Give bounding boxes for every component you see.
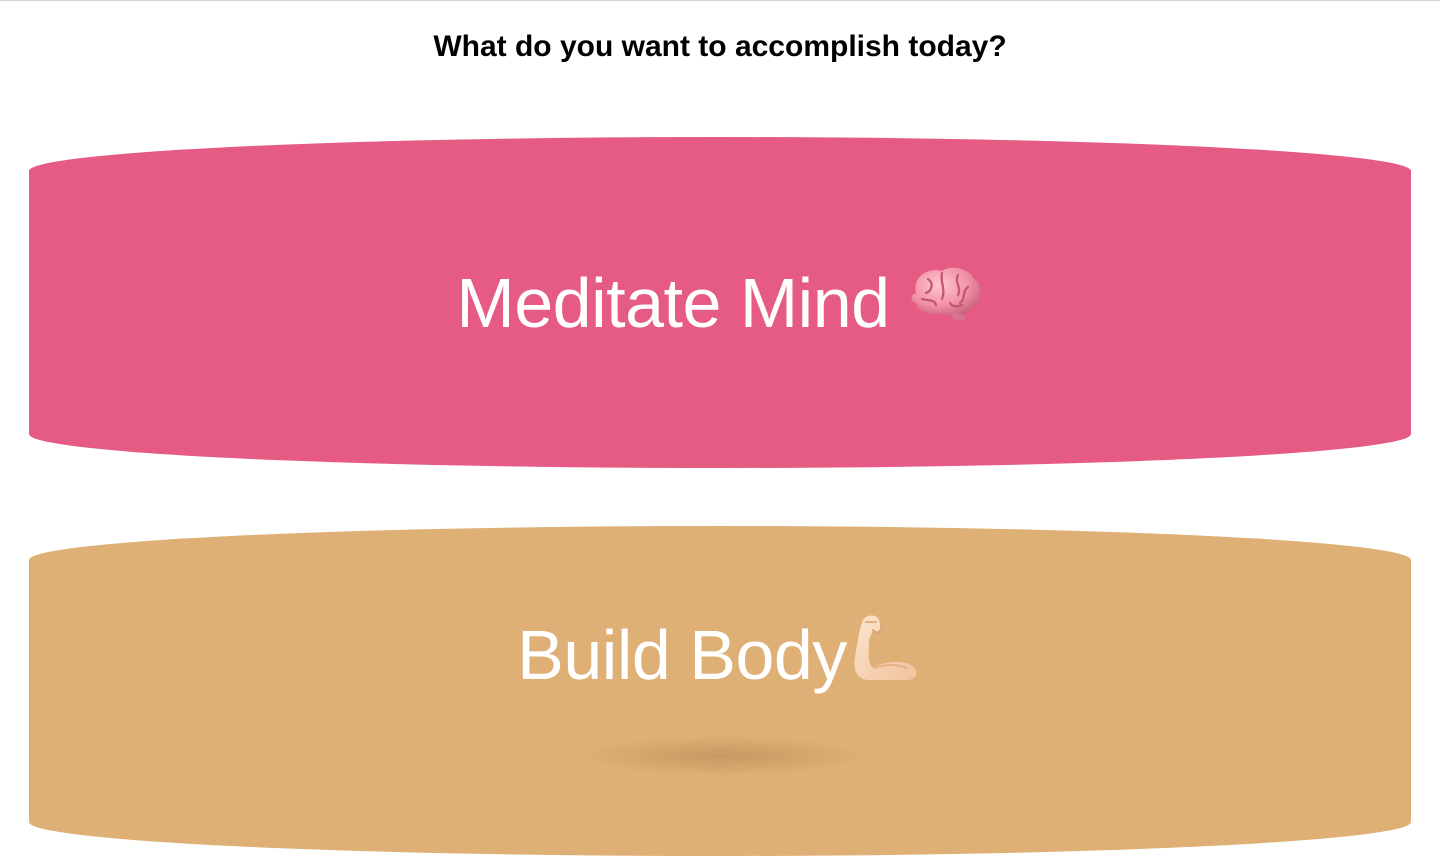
button-shadow (578, 736, 868, 776)
build-body-content: Build Body (517, 610, 923, 700)
meditate-mind-label: Meditate Mind (456, 263, 890, 342)
build-body-button[interactable]: Build Body (29, 526, 1411, 856)
flexed-biceps-icon (849, 610, 923, 700)
build-body-label: Build Body (517, 616, 847, 694)
meditate-mind-button[interactable]: Meditate Mind (29, 137, 1411, 468)
top-divider (0, 0, 1440, 1)
page-title: What do you want to accomplish today? (433, 30, 1007, 63)
brain-icon (906, 263, 984, 343)
meditate-mind-content: Meditate Mind (456, 263, 983, 343)
